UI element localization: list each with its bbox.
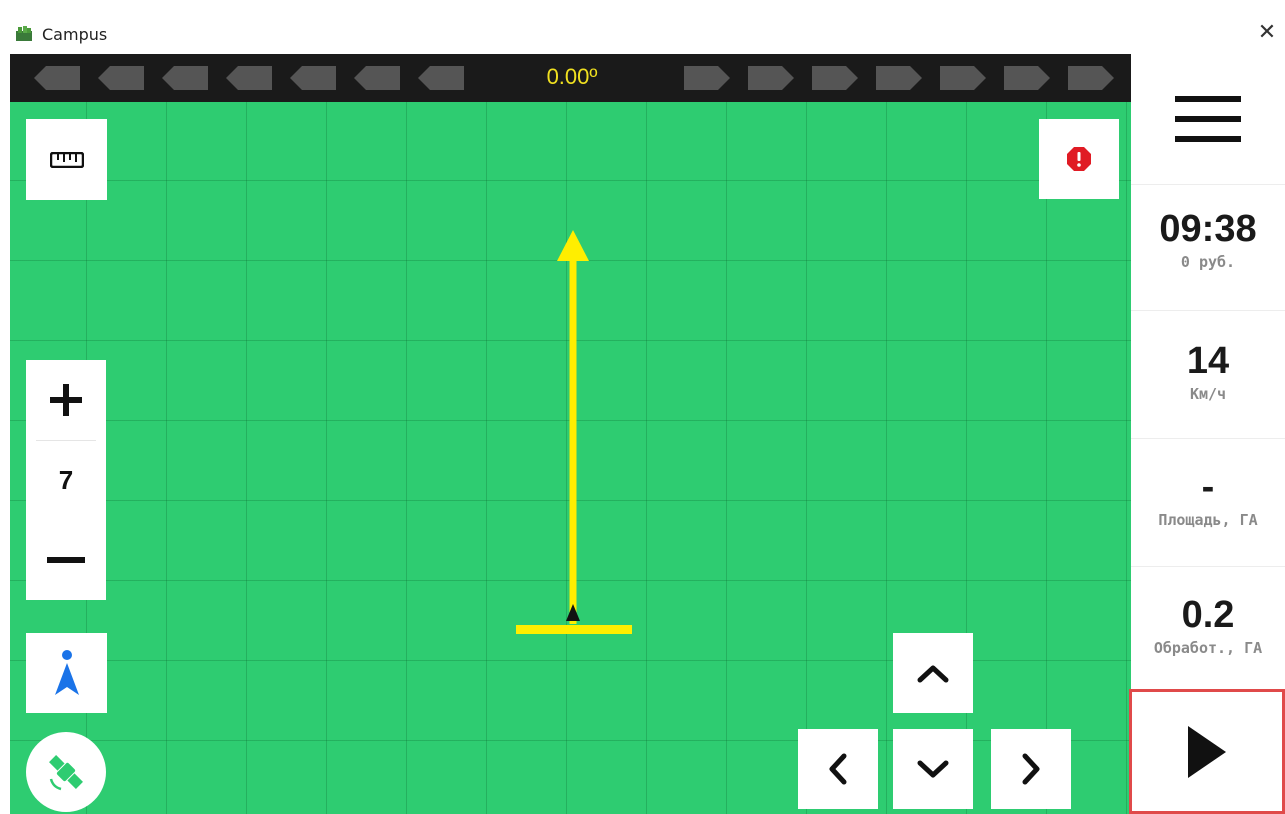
speed-unit-label: Км/ч (1189, 385, 1227, 403)
area-label: Площадь, ГА (1158, 511, 1258, 529)
alert-icon (1067, 147, 1091, 171)
zoom-level: 7 (58, 464, 74, 495)
satellite-icon (49, 755, 83, 791)
processed-stat: 0.2 Обработ., ГА (1131, 594, 1285, 657)
chevron-right-icon (1022, 753, 1040, 785)
close-button[interactable]: ✕ (1252, 18, 1282, 48)
zoom-out-button[interactable] (26, 520, 106, 600)
zoom-panel: 7 (26, 360, 106, 600)
right-deviation-indicators (684, 66, 1114, 90)
pan-up-button[interactable] (893, 633, 973, 713)
locate-icon (54, 650, 79, 695)
chevron-up-icon (917, 665, 949, 683)
implement-bar (516, 625, 632, 634)
pan-down-button[interactable] (893, 729, 973, 809)
chevron-left-icon (829, 753, 847, 785)
start-button[interactable] (1129, 689, 1285, 814)
sidebar-divider (1131, 438, 1285, 439)
hamburger-icon (1175, 96, 1241, 142)
track-arrow-icon (557, 230, 589, 261)
heading-bar: 0.00º (10, 54, 1131, 102)
window-title: Campus (42, 25, 108, 44)
ruler-button[interactable] (26, 119, 107, 200)
locate-button[interactable] (26, 633, 107, 713)
minus-icon (47, 557, 85, 563)
heading-value: 0.00º (546, 64, 598, 89)
sidebar-divider (1131, 184, 1285, 185)
area-stat: - Площадь, ГА (1131, 466, 1285, 529)
satellite-button[interactable] (26, 732, 106, 812)
plus-icon (50, 384, 82, 416)
speed-value: 14 (1186, 340, 1230, 382)
vehicle-marker-icon (566, 604, 580, 621)
cost-label: 0 руб. (1180, 253, 1236, 271)
app-icon (16, 26, 32, 41)
speed-stat: 14 Км/ч (1131, 340, 1285, 403)
left-deviation-indicators (34, 66, 464, 90)
time-value: 09:38 (1159, 208, 1257, 250)
sidebar-divider (1131, 566, 1285, 567)
sidebar-divider (1131, 310, 1285, 311)
ruler-icon (49, 151, 84, 168)
processed-value: 0.2 (1181, 594, 1235, 636)
pan-right-button[interactable] (991, 729, 1071, 809)
area-value: - (1201, 466, 1215, 508)
play-icon (1188, 725, 1226, 778)
zoom-divider (36, 440, 96, 441)
time-stat: 09:38 0 руб. (1131, 208, 1285, 271)
alert-button[interactable] (1039, 119, 1119, 199)
chevron-down-icon (917, 760, 949, 778)
pan-left-button[interactable] (798, 729, 878, 809)
zoom-in-button[interactable] (26, 360, 106, 440)
processed-label: Обработ., ГА (1153, 639, 1263, 657)
menu-button[interactable] (1131, 54, 1285, 184)
title-bar: Campus ✕ (0, 0, 1285, 54)
